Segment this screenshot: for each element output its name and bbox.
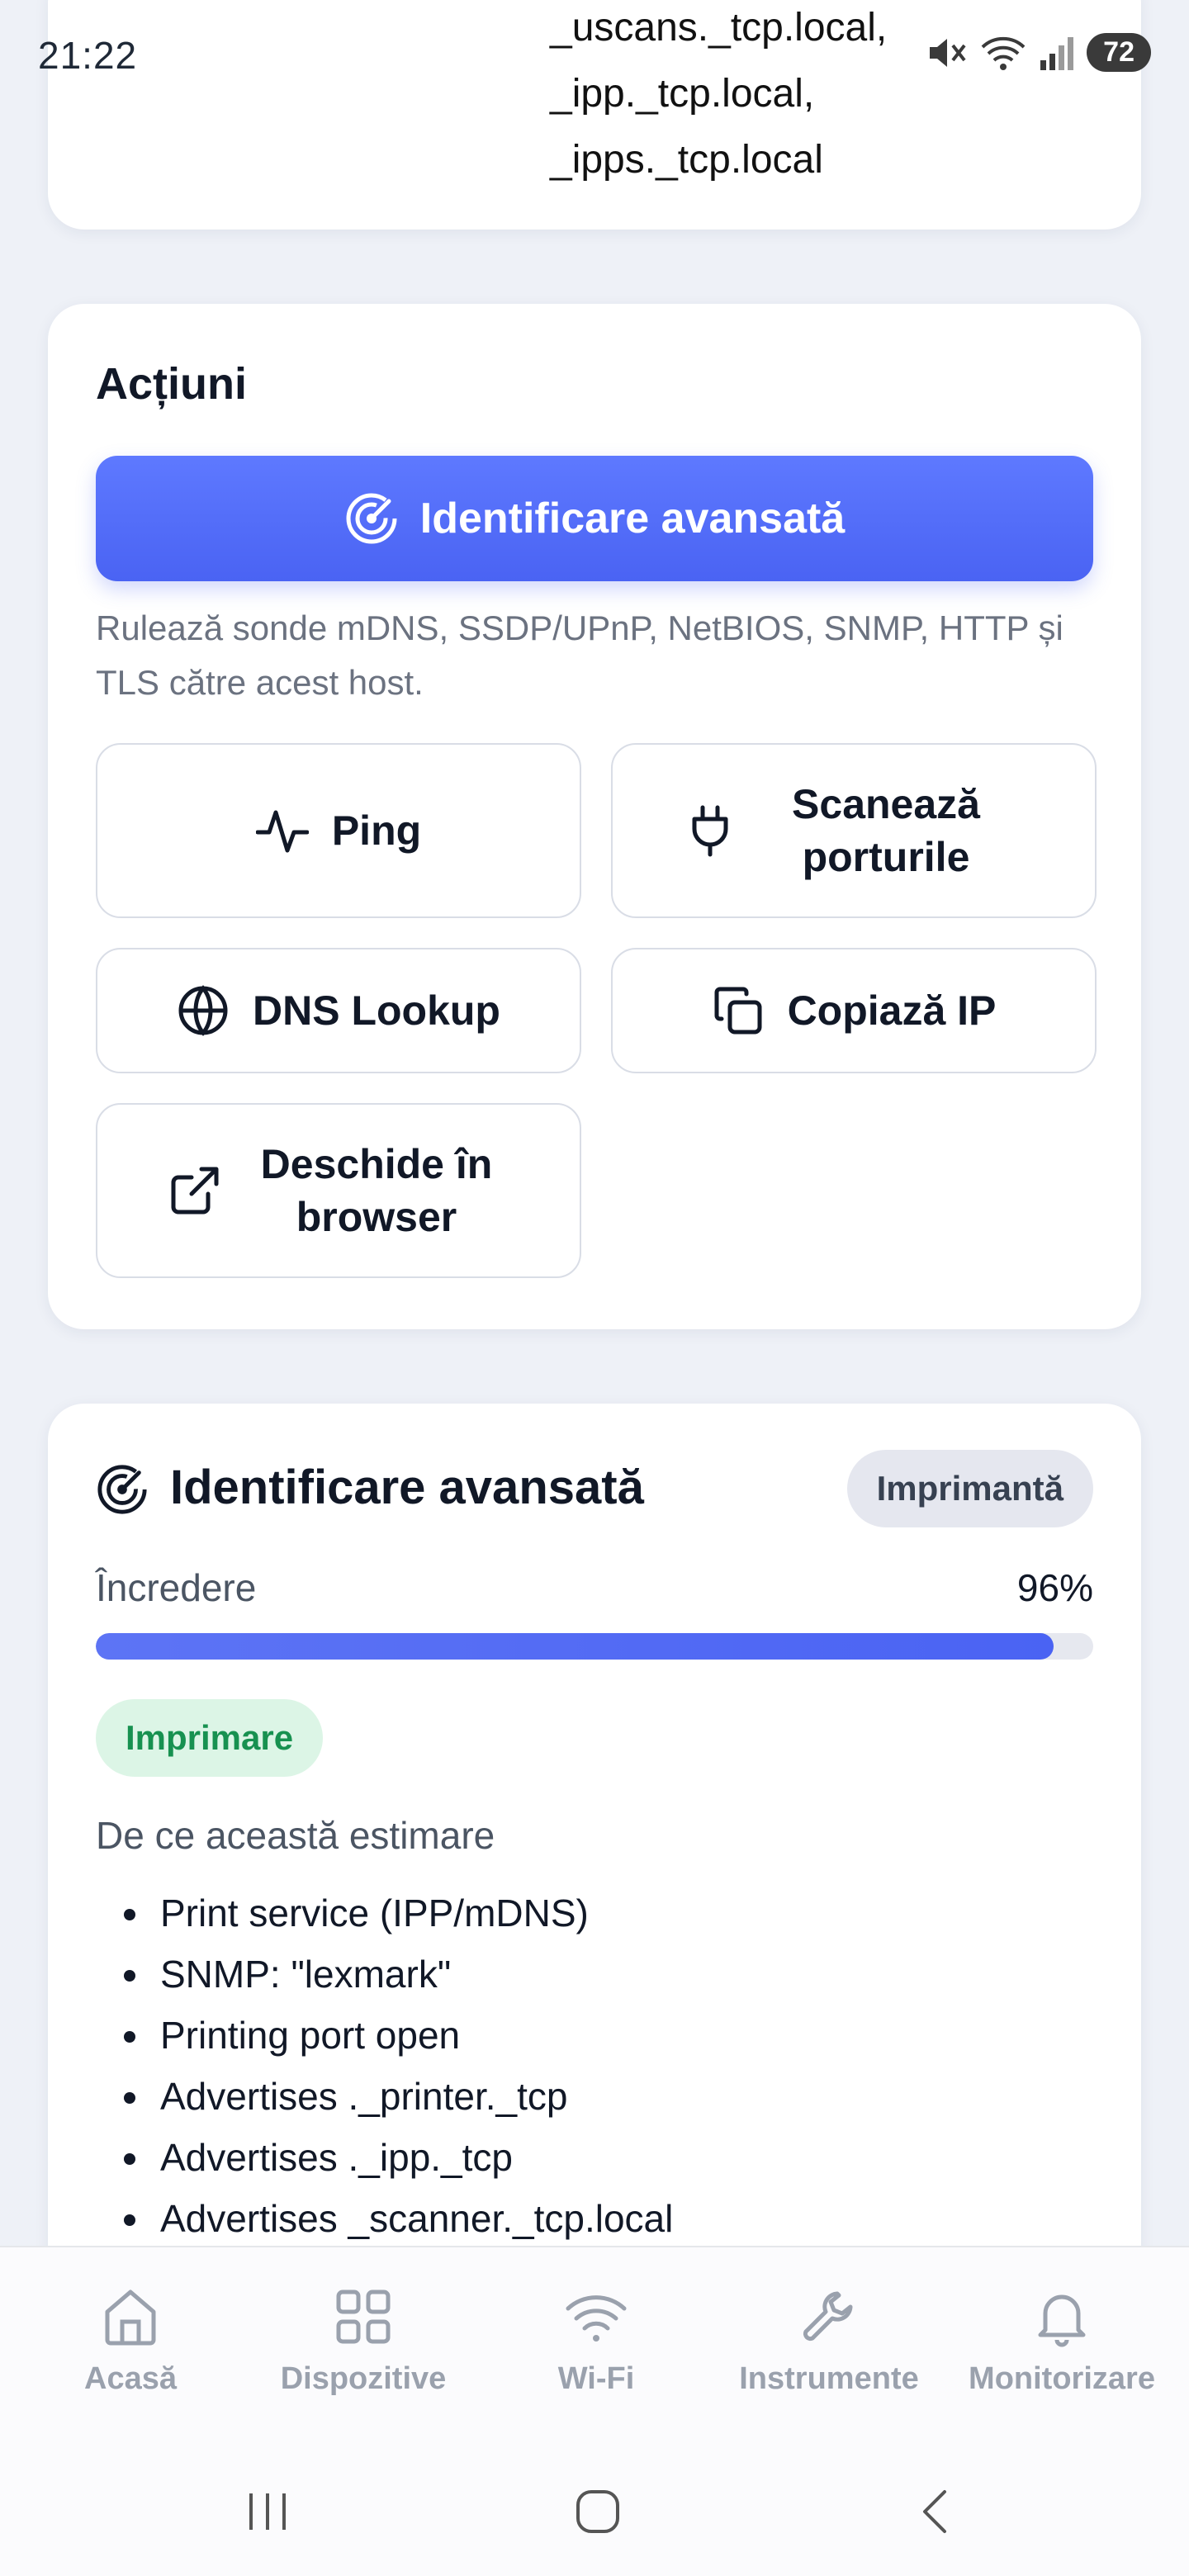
nav-label-monitoring: Monitorizare [969, 2361, 1155, 2396]
scan-ports-label: Scanează porturile [792, 781, 980, 880]
mdns-service: _ipps._tcp.local [550, 138, 823, 182]
confidence-value: 96% [1016, 1566, 1093, 1609]
home-button-icon[interactable] [573, 2487, 623, 2536]
system-navigation-bar [0, 2454, 1189, 2576]
nav-item-tools[interactable]: Instrumente [710, 2284, 948, 2397]
radar-icon [346, 493, 397, 544]
nav-label-home: Acasă [84, 2361, 177, 2396]
scan-ports-button[interactable]: Scanează porturile [611, 743, 1097, 918]
back-icon[interactable] [912, 2487, 961, 2536]
signal-icon [1040, 36, 1074, 70]
bottom-navigation: Acasă Dispozitive Wi-Fi Instrumente Moni… [0, 2246, 1189, 2576]
advanced-identification-help: Rulează sonde mDNS, SSDP/UPnP, NetBIOS, … [96, 608, 1063, 702]
category-badge: Imprimare [96, 1699, 324, 1777]
radar-icon [97, 1465, 147, 1514]
app-screen: 21:22 72 _uscans._tcp.local, _ipp._tcp.l… [0, 0, 1189, 2576]
reason-item: SNMP: "lexmark" [124, 1944, 673, 2005]
advanced-identification-label: Identificare avansată [419, 495, 846, 542]
globe-icon [178, 985, 228, 1036]
confidence-progress-bar [96, 1633, 1093, 1660]
reasons-list: Print service (IPP/mDNS) SNMP: "lexmark"… [124, 1882, 673, 2249]
activity-icon [255, 810, 309, 853]
actions-card: Acțiuni Identificare avansată Rulează so… [48, 304, 1141, 1329]
bell-icon [1038, 2294, 1086, 2347]
nav-item-home[interactable]: Acasă [12, 2284, 249, 2397]
copy-ip-label: Copiază IP [787, 987, 997, 1034]
status-bar: 21:22 72 [0, 0, 1189, 107]
nav-label-wifi: Wi-Fi [557, 2361, 635, 2396]
nav-item-monitoring[interactable]: Monitorizare [943, 2284, 1181, 2397]
device-type-badge: Imprimantă [846, 1450, 1093, 1527]
reason-item: Advertises _scanner._tcp.local [124, 2188, 673, 2249]
nav-item-devices[interactable]: Dispozitive [244, 2284, 482, 2397]
open-browser-button[interactable]: Deschide în browser [96, 1103, 581, 1278]
ping-label: Ping [331, 807, 422, 854]
copy-icon [714, 987, 762, 1035]
identification-card: Identificare avansată Imprimantă Încrede… [48, 1404, 1141, 2378]
reason-item: Advertises ._ipp._tcp [124, 2127, 673, 2188]
actions-title: Acțiuni [96, 359, 247, 409]
plug-icon [692, 805, 728, 857]
ping-button[interactable]: Ping [96, 743, 581, 918]
reason-item: Printing port open [124, 2005, 673, 2066]
wrench-icon [803, 2291, 853, 2342]
mute-icon [930, 38, 966, 67]
confidence-label: Încredere [96, 1566, 257, 1609]
status-time: 21:22 [38, 34, 138, 77]
nav-item-wifi[interactable]: Wi-Fi [477, 2284, 715, 2397]
nav-label-devices: Dispozitive [280, 2361, 447, 2396]
home-icon [105, 2290, 156, 2346]
advanced-identification-button[interactable]: Identificare avansată [96, 456, 1093, 581]
status-icons: 72 [926, 33, 1151, 72]
battery-indicator: 72 [1087, 33, 1151, 72]
reason-item: Advertises ._printer._tcp [124, 2066, 673, 2127]
copy-ip-button[interactable]: Copiază IP [611, 948, 1097, 1073]
wifi-icon [566, 2295, 627, 2342]
grid-icon [336, 2290, 391, 2344]
external-link-icon [171, 1167, 219, 1215]
wifi-icon [981, 36, 1026, 70]
dns-lookup-label: DNS Lookup [253, 987, 500, 1034]
reason-item: Print service (IPP/mDNS) [124, 1882, 673, 1944]
identification-title: Identificare avansată [170, 1461, 644, 1514]
open-browser-label: Deschide în browser [260, 1141, 493, 1240]
confidence-progress-fill [96, 1633, 1054, 1660]
dns-lookup-button[interactable]: DNS Lookup [96, 948, 581, 1073]
nav-label-tools: Instrumente [739, 2361, 919, 2396]
reasons-title: De ce această estimare [96, 1814, 495, 1857]
recent-apps-icon[interactable] [243, 2487, 292, 2536]
